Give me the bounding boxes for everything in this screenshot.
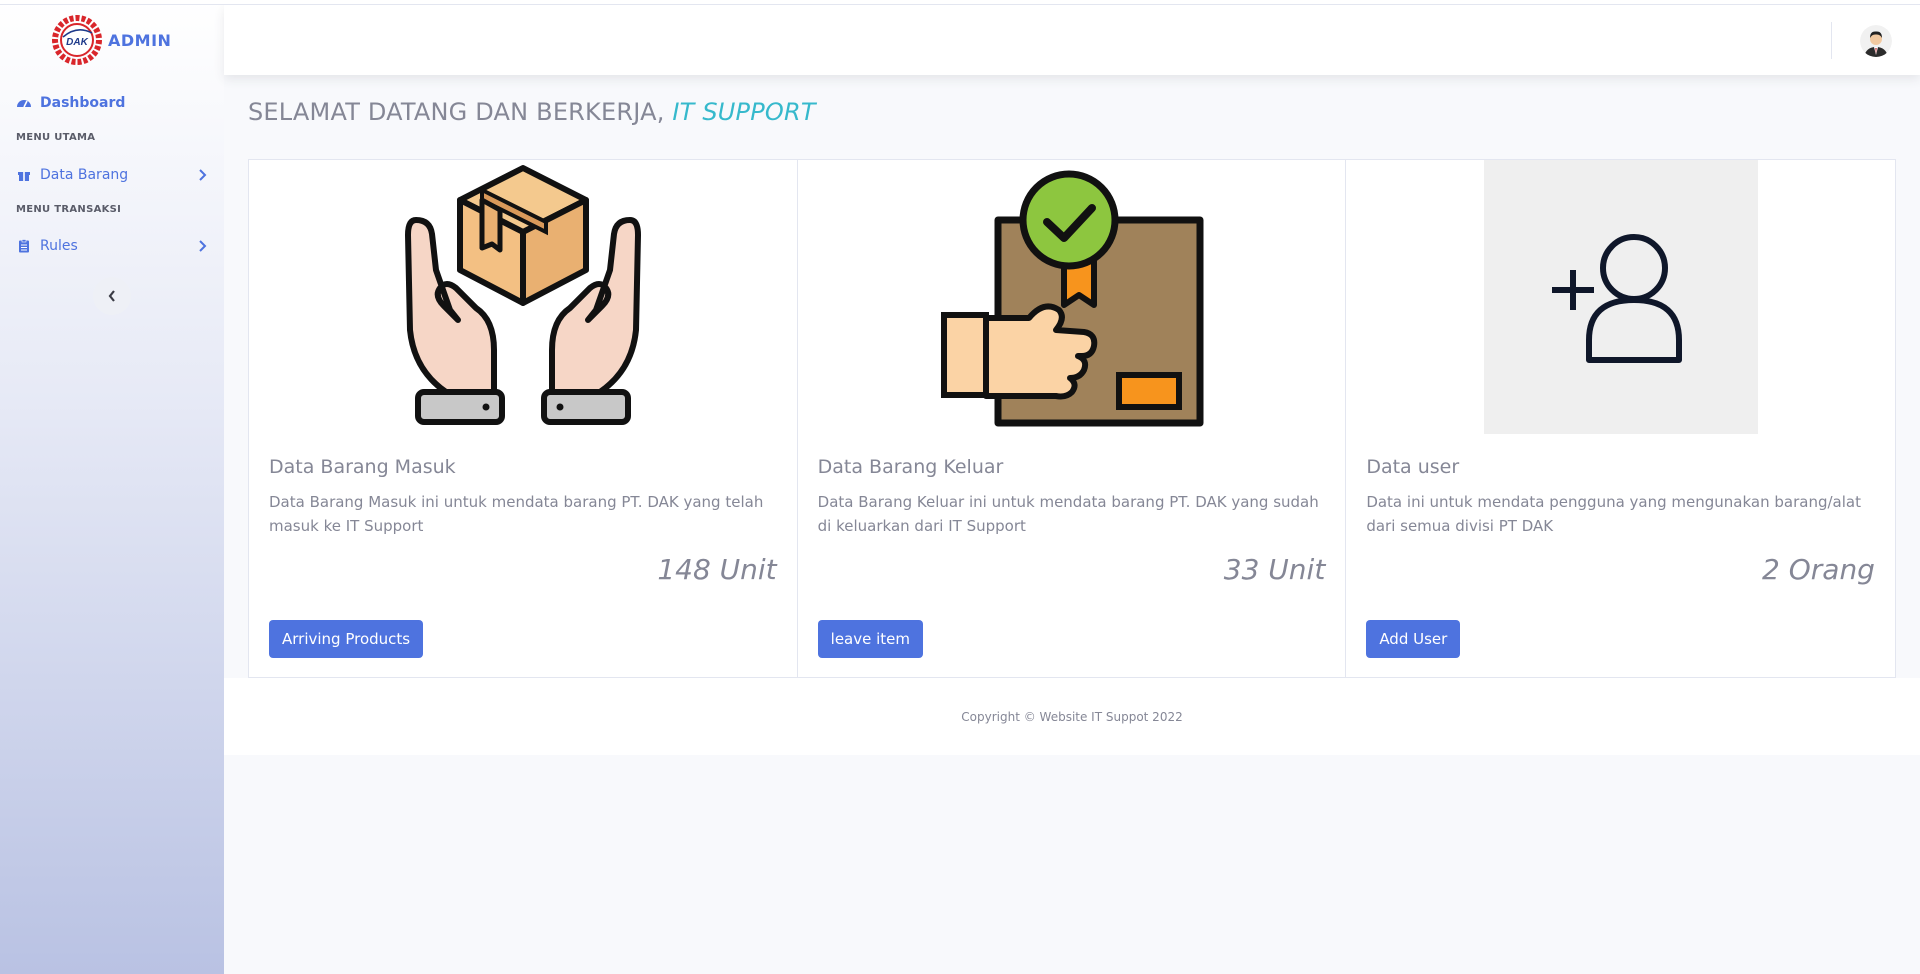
- sidebar-item-rules[interactable]: Rules: [16, 238, 208, 254]
- leave-item-button[interactable]: leave item: [817, 620, 924, 658]
- add-user-button[interactable]: Add User: [1366, 620, 1461, 658]
- clipboard-icon: [16, 238, 32, 254]
- top-border: [0, 0, 1920, 5]
- card-barang-keluar: Data Barang Keluar Data Barang Keluar in…: [798, 160, 1347, 677]
- topbar: [224, 5, 1920, 75]
- chevron-left-icon: [107, 289, 117, 303]
- sidebar-heading-transaksi: MENU TRANSAKSI: [16, 204, 122, 215]
- card-title: Data Barang Keluar: [817, 456, 1004, 478]
- card-barang-masuk: Data Barang Masuk Data Barang Masuk ini …: [249, 160, 798, 677]
- brand-title: ADMIN: [108, 30, 172, 50]
- dak-logo-icon: DAK: [52, 15, 102, 65]
- sidebar-item-label: Dashboard: [40, 95, 126, 111]
- sidebar-item-dashboard[interactable]: Dashboard: [16, 95, 208, 111]
- add-user-icon: [1483, 160, 1758, 434]
- card-text: Data Barang Masuk ini untuk mendata bara…: [269, 493, 764, 535]
- svg-text:DAK: DAK: [66, 37, 88, 48]
- page-title-highlight: IT SUPPORT: [672, 98, 816, 126]
- card-count: 33 Unit: [1223, 553, 1326, 586]
- chevron-right-icon: [198, 167, 208, 187]
- package-delivered-icon: [934, 160, 1208, 434]
- topbar-divider: [1831, 22, 1832, 59]
- arriving-products-button[interactable]: Arriving Products: [269, 620, 424, 658]
- sidebar-item-label: Rules: [40, 238, 78, 254]
- sidebar: DAK ADMIN Dashboard MENU UTAMA Data Bara…: [0, 0, 224, 974]
- card-text: Data ini untuk mendata pengguna yang men…: [1366, 493, 1861, 535]
- card-title: Data Barang Masuk: [269, 456, 456, 478]
- card-data-user: Data user Data ini untuk mendata penggun…: [1346, 160, 1895, 677]
- page-title: SELAMAT DATANG DAN BERKERJA, IT SUPPORT: [248, 98, 816, 126]
- sidebar-toggle-button[interactable]: [93, 277, 131, 315]
- chevron-right-icon: [198, 238, 208, 258]
- sidebar-brand[interactable]: DAK ADMIN: [52, 14, 171, 66]
- page-title-prefix: SELAMAT DATANG DAN BERKERJA,: [248, 98, 673, 126]
- card-count: 148 Unit: [657, 553, 777, 586]
- user-avatar[interactable]: [1860, 25, 1892, 57]
- card-count: 2 Orang: [1762, 553, 1875, 586]
- copyright-text: Copyright © Website IT Suppot 2022: [961, 709, 1183, 724]
- sidebar-item-data-barang[interactable]: Data Barang: [16, 167, 208, 183]
- hands-box-icon: [386, 160, 660, 434]
- sidebar-item-label: Data Barang: [40, 167, 129, 183]
- sidebar-heading-main: MENU UTAMA: [16, 132, 96, 143]
- footer: Copyright © Website IT Suppot 2022: [224, 678, 1920, 755]
- card-title: Data user: [1366, 456, 1460, 478]
- card-text: Data Barang Keluar ini untuk mendata bar…: [817, 493, 1319, 535]
- tachometer-icon: [16, 95, 32, 111]
- card-deck: Data Barang Masuk Data Barang Masuk ini …: [248, 159, 1896, 678]
- gift-icon: [16, 167, 32, 183]
